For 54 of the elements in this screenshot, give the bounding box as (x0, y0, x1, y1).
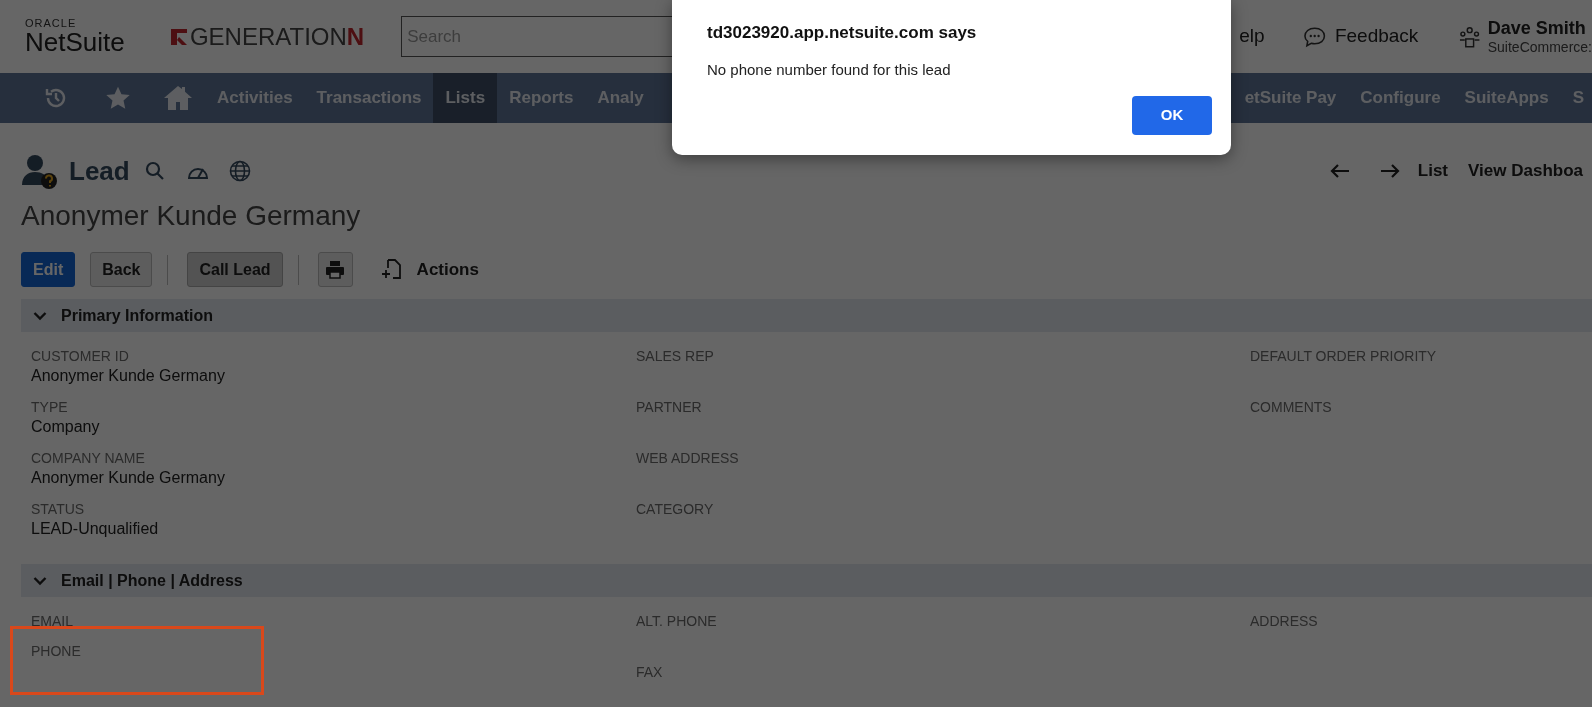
field-label: ALT. PHONE (636, 612, 717, 631)
field-label: SALES REP (636, 347, 714, 366)
field-label: PHONE (31, 642, 81, 661)
home-icon[interactable] (163, 84, 193, 112)
record-type: Lead (69, 154, 130, 188)
record-name: Anonymer Kunde Germany (21, 199, 361, 233)
dialog-title: td3023920.app.netsuite.com says (707, 22, 977, 44)
field-label: WEB ADDRESS (636, 449, 739, 468)
section-header[interactable]: Primary Information (21, 299, 1592, 332)
field-label: FAX (636, 663, 663, 682)
printer-icon (325, 260, 346, 279)
user-name[interactable]: Dave Smith (1487, 16, 1586, 39)
actions-menu[interactable]: Actions (416, 256, 479, 283)
lead-icon (21, 153, 59, 189)
section-header[interactable]: Email | Phone | Address (21, 564, 1592, 597)
chat-icon[interactable] (1302, 25, 1326, 48)
field-value: LEAD-Unqualified (31, 519, 159, 539)
toolbar-button[interactable]: Call Lead (187, 252, 283, 287)
new-document-icon[interactable] (380, 258, 401, 281)
field-label: PARTNER (636, 398, 702, 417)
nav-tab[interactable]: Lists (433, 73, 498, 123)
ok-button[interactable]: OK (1132, 96, 1212, 135)
field-label: CATEGORY (636, 500, 714, 519)
field-value: Anonymer Kunde Germany (31, 366, 225, 386)
chevron-icon (33, 310, 47, 321)
field-label: EMAIL (31, 612, 73, 631)
help-link[interactable]: elp (1239, 22, 1265, 51)
back-arrow-icon[interactable] (1329, 164, 1350, 178)
page-link[interactable]: View Dashboa (1468, 158, 1583, 184)
field-label: STATUS (31, 500, 85, 519)
field-value: Company (31, 417, 100, 437)
people-icon[interactable] (1458, 24, 1482, 49)
brand-logo: NetSuite (25, 29, 125, 55)
brand-super: ORACLE (25, 18, 77, 29)
globe-icon[interactable] (228, 160, 251, 182)
field-label: TYPE (31, 398, 68, 417)
star-icon[interactable] (105, 85, 131, 111)
field-label: COMPANY NAME (31, 449, 145, 468)
field-label: DEFAULT ORDER PRIORITY (1250, 347, 1437, 366)
forward-arrow-icon[interactable] (1379, 164, 1400, 178)
field-label: ADDRESS (1250, 612, 1318, 631)
search-icon[interactable] (144, 161, 165, 181)
feedback-link[interactable]: Feedback (1334, 22, 1419, 51)
partner-logo: GENERATIONN (168, 24, 365, 49)
dialog-message: No phone number found for this lead (707, 59, 951, 80)
toolbar-button[interactable]: Back (90, 252, 153, 287)
page-link[interactable]: List (1417, 158, 1449, 184)
user-role: SuiteCommerce: (1487, 39, 1592, 57)
field-value: Anonymer Kunde Germany (31, 468, 225, 488)
toolbar-button[interactable]: Edit (21, 252, 76, 287)
field-label: CUSTOMER ID (31, 347, 129, 366)
print-button[interactable] (317, 252, 353, 287)
field-label: COMMENTS (1250, 398, 1332, 417)
chevron-icon (33, 575, 47, 586)
